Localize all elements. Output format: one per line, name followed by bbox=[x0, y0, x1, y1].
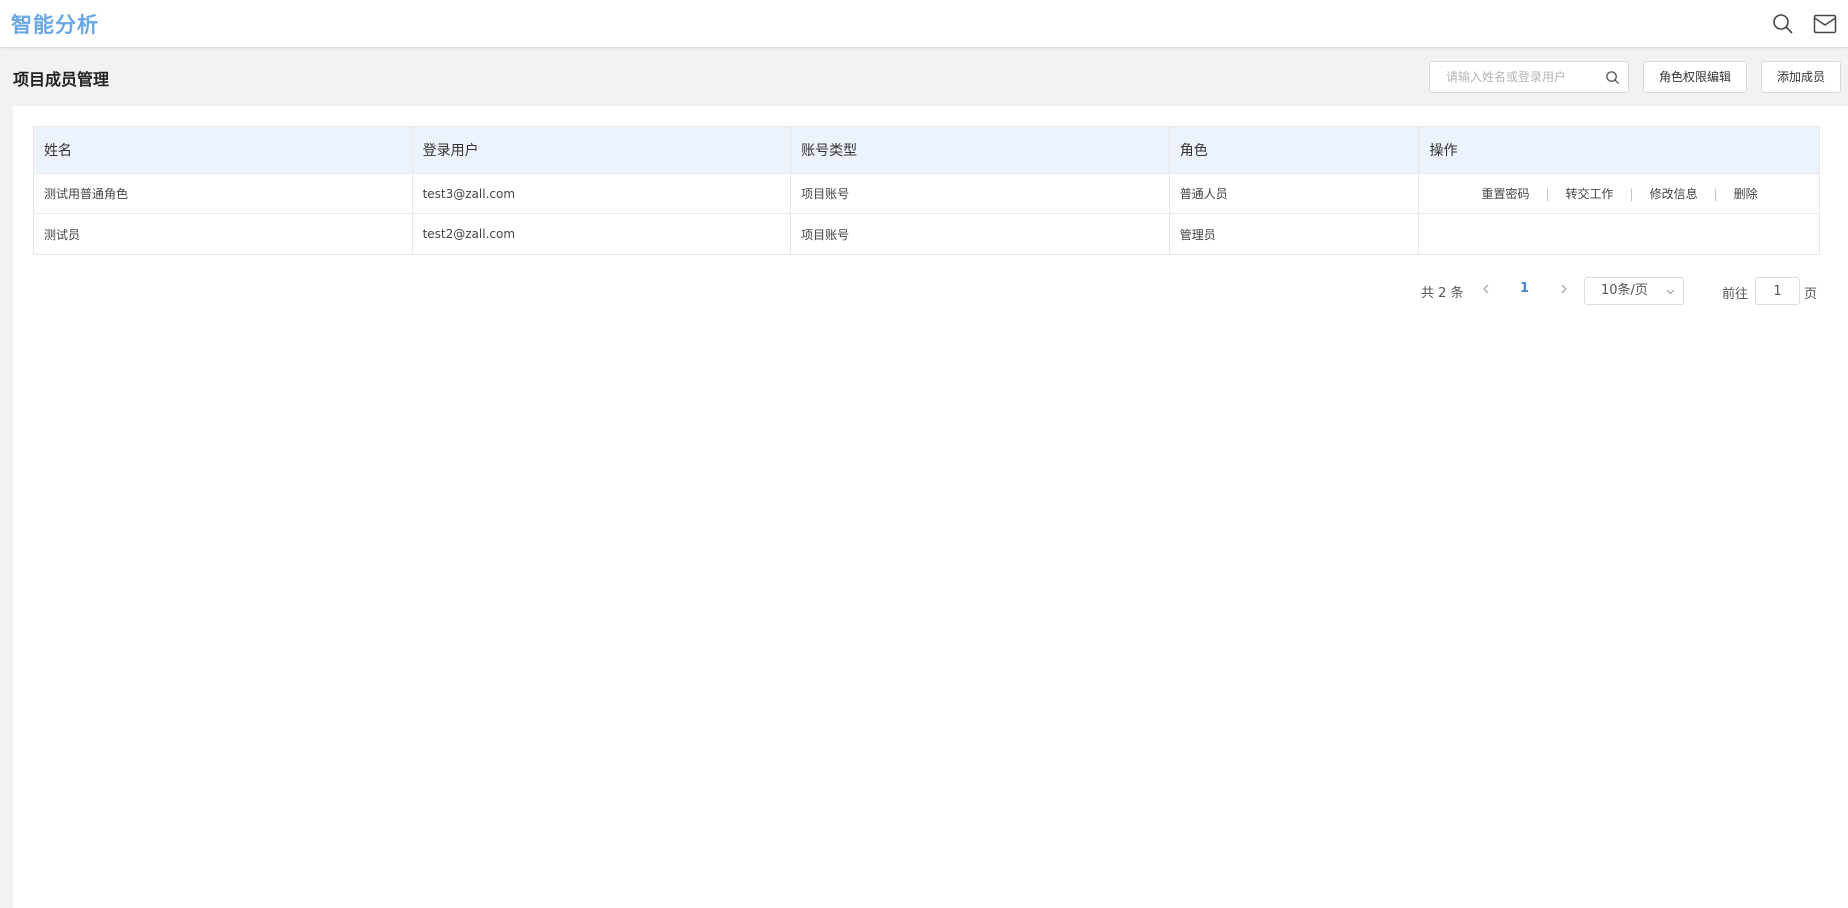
page-title: 项目成员管理 bbox=[13, 70, 110, 89]
main-panel: 姓名 登录用户 账号类型 角色 操作 测试用普通角色 test3@zall.co… bbox=[13, 106, 1848, 908]
transfer-work-link[interactable]: 转交工作 bbox=[1566, 185, 1614, 202]
page-size-select[interactable]: 10条/页 bbox=[1584, 277, 1684, 305]
top-bar: 智能分析 bbox=[0, 0, 1848, 48]
role-permission-edit-button[interactable]: 角色权限编辑 bbox=[1643, 61, 1747, 93]
column-header-account-type[interactable]: 账号类型 bbox=[791, 127, 1170, 173]
column-header-name[interactable]: 姓名 bbox=[34, 127, 413, 173]
add-member-button[interactable]: 添加成员 bbox=[1761, 61, 1841, 93]
chevron-right-icon[interactable] bbox=[1556, 280, 1572, 298]
cell-account-type: 项目账号 bbox=[791, 174, 1170, 213]
member-search[interactable] bbox=[1429, 61, 1629, 93]
row-actions: 重置密码 | 转交工作 | 修改信息 | 删除 bbox=[1429, 185, 1819, 202]
member-search-input[interactable] bbox=[1430, 62, 1600, 92]
reset-password-link[interactable]: 重置密码 bbox=[1481, 185, 1529, 202]
cell-role: 普通人员 bbox=[1170, 174, 1420, 213]
pagination-goto-label: 前往 bbox=[1722, 287, 1749, 302]
search-icon[interactable] bbox=[1605, 70, 1620, 85]
cell-name: 测试用普通角色 bbox=[34, 174, 413, 213]
action-separator: | bbox=[1713, 186, 1718, 201]
table-row: 测试员 test2@zall.com 项目账号 管理员 bbox=[34, 214, 1819, 254]
pagination-goto-input[interactable] bbox=[1755, 277, 1800, 305]
column-header-login[interactable]: 登录用户 bbox=[413, 127, 792, 173]
delete-link[interactable]: 删除 bbox=[1734, 185, 1758, 202]
cell-name: 测试员 bbox=[34, 214, 413, 254]
table-header: 姓名 登录用户 账号类型 角色 操作 bbox=[34, 127, 1819, 174]
column-header-role[interactable]: 角色 bbox=[1170, 127, 1420, 173]
search-icon[interactable] bbox=[1771, 12, 1795, 36]
action-separator: | bbox=[1629, 186, 1634, 201]
cell-login: test2@zall.com bbox=[413, 214, 792, 254]
edit-info-link[interactable]: 修改信息 bbox=[1650, 185, 1698, 202]
app-brand: 智能分析 bbox=[11, 13, 99, 37]
pagination-page-suffix: 页 bbox=[1804, 287, 1818, 302]
page-size-value: 10条/页 bbox=[1601, 283, 1648, 298]
cell-account-type: 项目账号 bbox=[791, 214, 1170, 254]
table-row: 测试用普通角色 test3@zall.com 项目账号 普通人员 重置密码 | … bbox=[34, 174, 1819, 214]
pagination-total: 共 2 条 bbox=[1421, 286, 1464, 301]
cell-actions bbox=[1419, 214, 1819, 254]
mail-icon[interactable] bbox=[1813, 12, 1837, 36]
cell-role: 管理员 bbox=[1170, 214, 1420, 254]
member-table: 姓名 登录用户 账号类型 角色 操作 测试用普通角色 test3@zall.co… bbox=[33, 126, 1820, 255]
column-header-actions: 操作 bbox=[1429, 143, 1458, 159]
cell-actions: 重置密码 | 转交工作 | 修改信息 | 删除 bbox=[1419, 174, 1819, 213]
chevron-down-icon bbox=[1666, 287, 1675, 296]
action-separator: | bbox=[1545, 186, 1550, 201]
chevron-left-icon[interactable] bbox=[1478, 280, 1494, 298]
cell-login: test3@zall.com bbox=[413, 174, 792, 213]
pagination-page-current[interactable]: 1 bbox=[1520, 281, 1529, 296]
